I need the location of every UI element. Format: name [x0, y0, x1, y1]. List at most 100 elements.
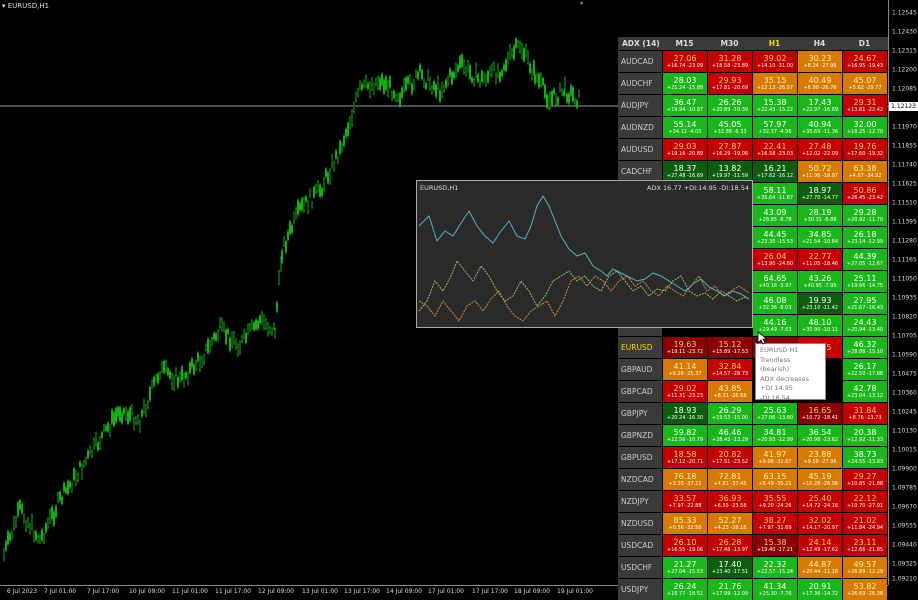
adx-cell[interactable]: 26.17 +22.50 -17.88 [842, 359, 887, 380]
symbol-label[interactable]: CADCHF [618, 161, 662, 182]
adx-cell[interactable]: 29.27 +10.85 -21.88 [842, 469, 887, 490]
symbol-label[interactable]: AUDUSD [618, 139, 662, 160]
adx-cell[interactable]: 45.07 +5.62 -29.77 [842, 73, 887, 94]
adx-cell[interactable]: 19.93 +23.10 -11.42 [797, 293, 842, 314]
adx-cell[interactable]: 16.21 +17.62 -16.12 [752, 161, 797, 182]
adx-cell[interactable]: 27.48 +12.02 -22.09 [797, 139, 842, 160]
adx-cell[interactable]: 13.82 +19.97 -11.59 [707, 161, 752, 182]
adx-cell[interactable]: 22.77 +11.05 -18.46 [797, 249, 842, 270]
adx-cell[interactable]: 29.28 +20.92 -11.70 [842, 205, 887, 226]
adx-cell[interactable]: 28.19 +30.31 -8.88 [797, 205, 842, 226]
symbol-label[interactable]: EURUSD [618, 337, 662, 358]
adx-cell[interactable]: 30.23 +8.24 -27.96 [797, 51, 842, 72]
adx-cell[interactable]: 25.40 +14.72 -24.16 [797, 491, 842, 512]
adx-cell[interactable]: 59.82 +22.56 -10.79 [662, 425, 707, 446]
adx-cell[interactable]: 39.02 +14.10 -31.00 [752, 51, 797, 72]
adx-cell[interactable]: 27.95 +21.67 -16.43 [842, 293, 887, 314]
adx-cell[interactable]: 20.38 +12.92 -11.33 [842, 425, 887, 446]
adx-cell[interactable]: 18.97 +27.70 -14.77 [797, 183, 842, 204]
adx-cell[interactable]: 53.82 +26.69 -26.38 [842, 579, 887, 600]
adx-cell[interactable]: 35.15 +12.13 -26.57 [752, 73, 797, 94]
adx-cell[interactable]: 22.41 +16.58 -23.03 [752, 139, 797, 160]
adx-cell[interactable]: 29.31 +13.81 -22.42 [842, 95, 887, 116]
adx-cell[interactable]: 41.34 +25.30 -7.76 [752, 579, 797, 600]
symbol-label[interactable]: NZDJPY [618, 491, 662, 512]
adx-cell[interactable]: 38.27 +7.97 -31.69 [752, 513, 797, 534]
adx-cell[interactable]: 22.12 +10.70 -27.91 [842, 491, 887, 512]
adx-cell[interactable]: 46.46 +28.43 -13.29 [707, 425, 752, 446]
adx-cell[interactable]: 58.11 +35.64 -11.87 [752, 183, 797, 204]
adx-cell[interactable]: 23.88 +9.58 -27.96 [797, 447, 842, 468]
adx-cell[interactable]: 63.15 +5.49 -35.21 [752, 469, 797, 490]
adx-cell[interactable]: 32.02 +14.17 -20.97 [797, 513, 842, 534]
adx-cell[interactable]: 29.02 +11.31 -23.23 [662, 381, 707, 402]
adx-cell[interactable]: 36.93 +6.55 -23.58 [707, 491, 752, 512]
adx-cell[interactable]: 31.84 +8.76 -13.73 [842, 403, 887, 424]
adx-cell[interactable]: 31.28 +18.58 -23.89 [707, 51, 752, 72]
symbol-label[interactable]: AUDCAD [618, 51, 662, 72]
adx-cell[interactable]: 50.86 +26.45 -23.42 [842, 183, 887, 204]
adx-cell[interactable]: 36.47 +19.94 -10.97 [662, 95, 707, 116]
adx-cell[interactable]: 55.14 +34.12 -4.05 [662, 117, 707, 138]
adx-cell[interactable]: 29.03 +19.16 -20.89 [662, 139, 707, 160]
adx-cell[interactable]: 35.55 +9.20 -24.26 [752, 491, 797, 512]
adx-cell[interactable]: 15.12 +15.89 -17.53 [707, 337, 752, 358]
adx-cell[interactable]: 25.11 +19.66 -14.75 [842, 271, 887, 292]
adx-cell[interactable]: 33.57 +7.97 -22.88 [662, 491, 707, 512]
adx-cell[interactable]: 46.32 +28.88 -15.10 [842, 337, 887, 358]
adx-cell[interactable]: 34.85 +21.54 -10.84 [797, 227, 842, 248]
timeframe-header-d1[interactable]: D1 [842, 37, 887, 50]
adx-cell[interactable]: 44.45 +23.30 -15.53 [752, 227, 797, 248]
adx-cell[interactable]: 24.14 +12.49 -17.62 [797, 535, 842, 556]
timeframe-header-m30[interactable]: M30 [707, 37, 752, 50]
adx-cell[interactable]: 38.73 +24.55 -13.83 [842, 447, 887, 468]
adx-cell[interactable]: 15.38 +19.40 -17.21 [752, 535, 797, 556]
adx-cell[interactable]: 21.02 +11.84 -24.94 [842, 513, 887, 534]
adx-cell[interactable]: 20.91 +17.36 -14.72 [797, 579, 842, 600]
timeframe-header-h1[interactable]: H1 [752, 37, 797, 50]
adx-cell[interactable]: 64.65 +40.18 -3.97 [752, 271, 797, 292]
adx-cell[interactable]: 17.40 +23.40 -17.51 [707, 557, 752, 578]
adx-cell[interactable]: 44.39 +27.05 -12.67 [842, 249, 887, 270]
adx-cell[interactable]: 22.32 +22.57 -15.24 [752, 557, 797, 578]
adx-cell[interactable]: 44.87 +20.44 -11.18 [797, 557, 842, 578]
adx-cell[interactable]: 26.24 +16.77 -18.51 [662, 579, 707, 600]
adx-cell[interactable]: 43.26 +40.95 -7.95 [797, 271, 842, 292]
adx-cell[interactable]: 63.38 +4.07 -34.92 [842, 161, 887, 182]
adx-cell[interactable]: 76.18 +3.33 -37.22 [662, 469, 707, 490]
symbol-label[interactable]: AUDCHF [618, 73, 662, 94]
adx-cell[interactable]: 34.81 +20.93 -12.99 [752, 425, 797, 446]
adx-cell[interactable]: 32.84 +14.57 -28.73 [707, 359, 752, 380]
adx-cell[interactable]: 21.76 +17.99 -12.09 [707, 579, 752, 600]
adx-cell[interactable]: 29.93 +17.81 -20.69 [707, 73, 752, 94]
adx-cell[interactable]: 40.94 +35.69 -11.36 [797, 117, 842, 138]
adx-cell[interactable]: 24.67 +16.95 -19.43 [842, 51, 887, 72]
adx-cell[interactable]: 24.43 +20.94 -13.40 [842, 315, 887, 336]
symbol-label[interactable]: GBPNZD [618, 425, 662, 446]
adx-cell[interactable]: 36.54 +20.98 -13.62 [797, 425, 842, 446]
adx-cell[interactable]: 18.93 +20.24 -16.30 [662, 403, 707, 424]
adx-cell[interactable]: 26.29 +19.53 -15.00 [707, 403, 752, 424]
price-axis[interactable]: 1.12545 1.12430 1.12315 1.12200 1.12085 1.119… [888, 0, 918, 585]
symbol-label[interactable]: GBPJPY [618, 403, 662, 424]
adx-cell[interactable]: 23.11 +12.66 -21.85 [842, 535, 887, 556]
adx-cell[interactable]: 40.49 +6.90 -26.76 [797, 73, 842, 94]
adx-cell[interactable]: 57.97 +32.37 -4.96 [752, 117, 797, 138]
timeframe-header-h4[interactable]: H4 [797, 37, 842, 50]
adx-cell[interactable]: 43.85 +8.31 -26.68 [707, 381, 752, 402]
adx-cell[interactable]: 85.33 +0.56 -32.50 [662, 513, 707, 534]
adx-cell[interactable]: 42.78 +23.04 -13.12 [842, 381, 887, 402]
adx-cell[interactable]: 28.03 +21.24 -15.88 [662, 73, 707, 94]
adx-cell[interactable]: 26.10 +16.55 -19.06 [662, 535, 707, 556]
adx-cell[interactable]: 45.19 +10.28 -26.06 [797, 469, 842, 490]
adx-cell[interactable]: 50.72 +11.96 -18.97 [797, 161, 842, 182]
adx-cell[interactable]: 15.38 +22.43 -15.22 [752, 95, 797, 116]
adx-cell[interactable]: 52.27 +4.23 -28.18 [707, 513, 752, 534]
adx-cell[interactable]: 18.58 +17.12 -20.71 [662, 447, 707, 468]
symbol-label[interactable]: USDCAD [618, 535, 662, 556]
adx-cell[interactable]: 20.82 +17.51 -23.52 [707, 447, 752, 468]
adx-cell[interactable]: 45.05 +32.88 -6.33 [707, 117, 752, 138]
adx-cell[interactable]: 41.97 +9.06 -31.67 [752, 447, 797, 468]
adx-cell[interactable]: 41.14 +9.29 -25.37 [662, 359, 707, 380]
adx-cell[interactable]: 32.00 +18.25 -12.70 [842, 117, 887, 138]
